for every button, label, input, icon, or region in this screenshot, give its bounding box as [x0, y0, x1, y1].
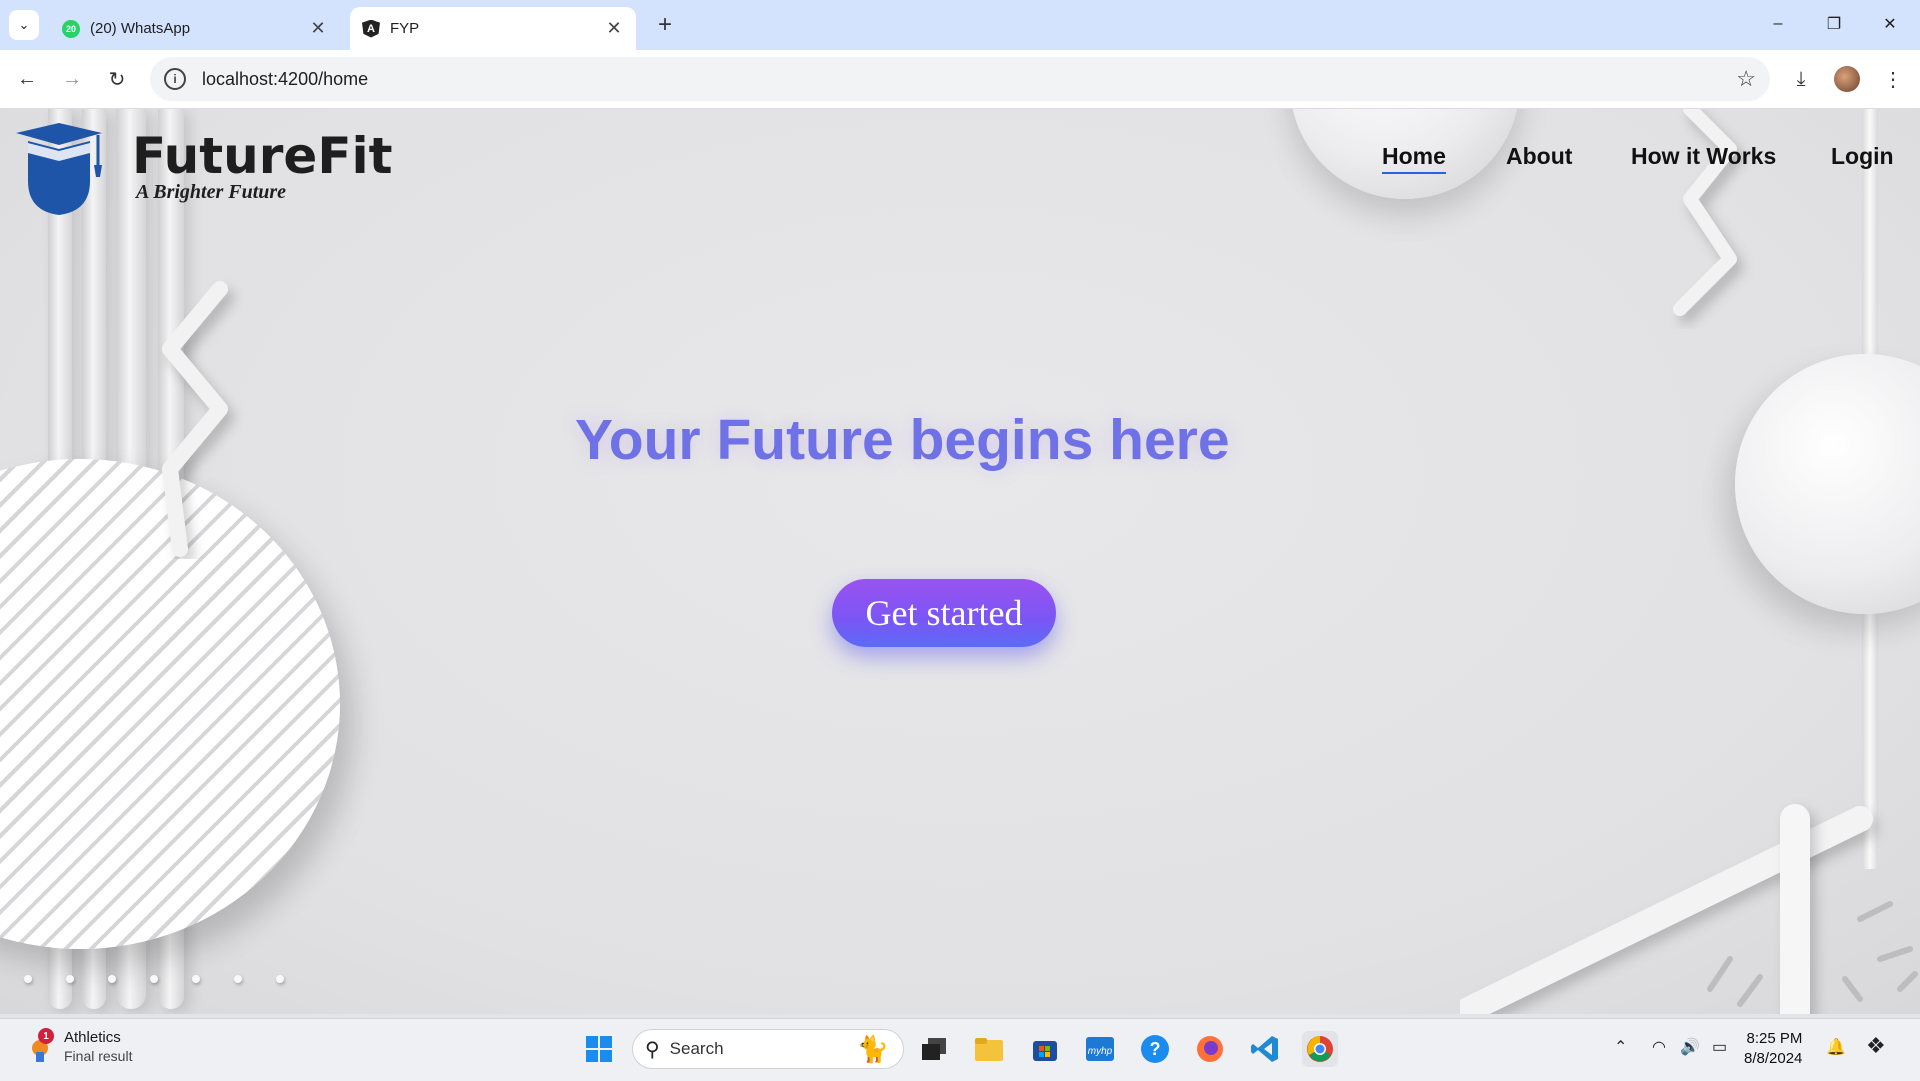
graduation-cap-logo-icon: [16, 123, 102, 215]
brand-tagline: A Brighter Future: [136, 181, 287, 203]
help-icon[interactable]: ?: [1137, 1031, 1173, 1067]
svg-text:myhp: myhp: [1088, 1046, 1113, 1057]
nav-login-link[interactable]: Login: [1831, 143, 1894, 170]
bookmark-star-icon[interactable]: ☆: [1736, 66, 1756, 92]
myhp-icon[interactable]: myhp: [1082, 1031, 1118, 1067]
nav-home-link[interactable]: Home: [1382, 143, 1446, 174]
svg-text:?: ?: [1150, 1039, 1161, 1059]
search-placeholder: Search: [669, 1039, 724, 1058]
close-tab-icon[interactable]: ✕: [602, 17, 626, 41]
close-tab-icon[interactable]: ✕: [306, 17, 330, 41]
brand-name[interactable]: FutureFit: [132, 127, 393, 185]
clock-date: 8/8/2024: [1744, 1050, 1803, 1067]
download-icon[interactable]: ⤓: [1784, 62, 1818, 96]
browser-toolbar: ← → ↻ i localhost:4200/home ☆ ⤓ ⋮: [0, 50, 1920, 109]
whatsapp-badge: 20: [62, 19, 80, 38]
whatsapp-icon: 20: [62, 19, 80, 38]
menu-kebab-icon[interactable]: ⋮: [1876, 62, 1910, 96]
file-explorer-icon[interactable]: [971, 1031, 1007, 1067]
decor-dots: [24, 975, 284, 983]
tab-fyp[interactable]: A FYP ✕: [350, 7, 636, 50]
nav-about-link[interactable]: About: [1506, 143, 1572, 170]
task-view-icon[interactable]: [916, 1031, 952, 1067]
decor-zigzag-right: [1673, 109, 1737, 316]
chrome-icon[interactable]: [1302, 1031, 1338, 1067]
minimize-button[interactable]: –: [1754, 6, 1802, 42]
system-clock[interactable]: 8:25 PM 8/8/2024: [1744, 1029, 1802, 1069]
decor-zigzag-left: [162, 281, 228, 557]
close-window-button[interactable]: ✕: [1866, 6, 1914, 42]
volume-icon[interactable]: 🔊: [1680, 1037, 1700, 1057]
firefox-icon[interactable]: [1192, 1031, 1228, 1067]
vscode-icon[interactable]: [1247, 1031, 1283, 1067]
new-tab-button[interactable]: +: [650, 10, 680, 40]
url-text[interactable]: localhost:4200/home: [202, 69, 368, 90]
reload-icon[interactable]: ↻: [100, 62, 134, 96]
decor-sphere-right: [1735, 354, 1920, 614]
taskbar-search-box[interactable]: ⚲ Search 🐈: [632, 1029, 904, 1069]
athletics-icon: 1: [26, 1028, 56, 1062]
widget-title: Athletics: [64, 1029, 121, 1046]
cat-icon: 🐈: [856, 1034, 889, 1064]
microsoft-store-icon[interactable]: [1027, 1031, 1063, 1067]
browser-tab-strip: ⌄ 20 (20) WhatsApp ✕ A FYP ✕ + – ❐ ✕: [0, 0, 1920, 50]
site-info-icon[interactable]: i: [164, 68, 186, 90]
search-icon: ⚲: [645, 1038, 660, 1061]
wifi-icon[interactable]: ◠: [1652, 1037, 1666, 1057]
windows-taskbar: 1 Athletics Final result ⚲ Search 🐈 myhp…: [0, 1018, 1920, 1081]
tab-title: FYP: [390, 20, 420, 37]
nav-how-it-works-link[interactable]: How it Works: [1631, 143, 1776, 170]
battery-icon[interactable]: ▭: [1712, 1037, 1727, 1057]
notification-badge: 1: [38, 1028, 54, 1044]
restore-button[interactable]: ❐: [1810, 6, 1858, 42]
chevron-down-icon: ⌄: [18, 17, 30, 32]
windows-start-icon[interactable]: [581, 1031, 617, 1067]
address-bar[interactable]: i localhost:4200/home ☆: [150, 57, 1770, 101]
tab-search-button[interactable]: ⌄: [9, 10, 39, 40]
hero-title: Your Future begins here: [575, 408, 1230, 472]
widget-subtitle: Final result: [64, 1048, 133, 1064]
tab-title: (20) WhatsApp: [90, 20, 191, 37]
profile-avatar[interactable]: [1830, 62, 1864, 96]
decor-pipes-bottom-right: [1460, 804, 1918, 1014]
forward-icon[interactable]: →: [55, 62, 89, 96]
get-started-button[interactable]: Get started: [832, 579, 1056, 647]
page-viewport: FutureFit A Brighter Future Home About H…: [0, 109, 1920, 1014]
back-icon[interactable]: ←: [10, 62, 44, 96]
clock-time: 8:25 PM: [1746, 1030, 1803, 1047]
notification-bell-icon[interactable]: 🔔: [1826, 1037, 1846, 1057]
news-widget[interactable]: 1 Athletics Final result: [26, 1028, 133, 1065]
copilot-icon[interactable]: ❖: [1866, 1033, 1886, 1059]
tab-whatsapp[interactable]: 20 (20) WhatsApp ✕: [50, 7, 340, 50]
angular-icon: A: [362, 19, 380, 38]
chevron-up-icon[interactable]: ⌃: [1614, 1037, 1627, 1057]
